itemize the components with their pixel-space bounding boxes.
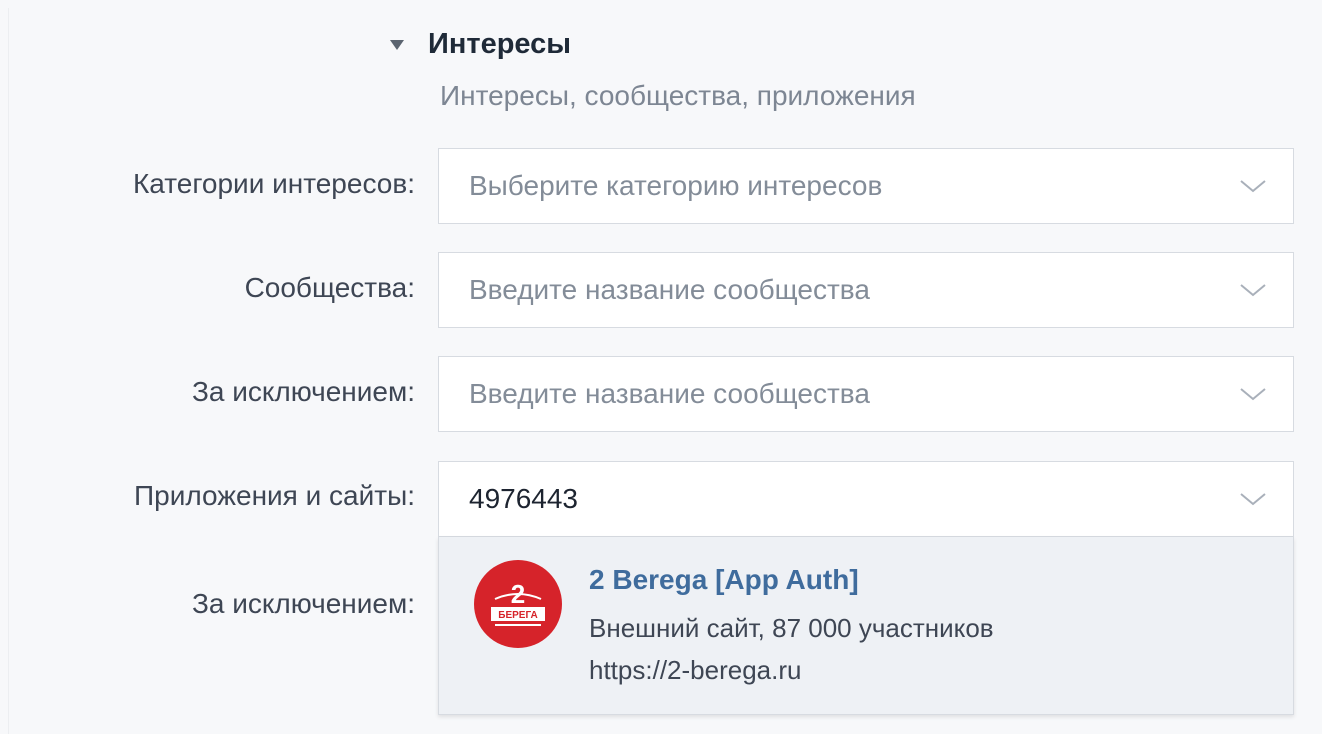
- 2-berega-logo-icon[interactable]: 2 БЕРЕГА: [473, 559, 563, 649]
- chevron-down-icon[interactable]: [1237, 176, 1269, 196]
- apps-suggestion-dropdown: 2 БЕРЕГА 2 Berega [App Auth] Внешний сай…: [438, 537, 1294, 715]
- svg-text:БЕРЕГА: БЕРЕГА: [498, 610, 537, 621]
- apps-sites-value[interactable]: 4976443: [469, 483, 1237, 515]
- apps-sites-label: Приложения и сайты:: [134, 480, 415, 511]
- interests-section-header[interactable]: Интересы: [390, 24, 571, 64]
- apps-exclude-label: За исключением:: [191, 588, 415, 619]
- section-subtitle: Интересы, сообщества, приложения: [440, 80, 916, 111]
- chevron-down-icon[interactable]: [1237, 384, 1269, 404]
- communities-placeholder: Введите название сообщества: [469, 274, 870, 305]
- communities-input[interactable]: Введите название сообщества: [438, 252, 1294, 328]
- communities-exclude-label: За исключением:: [191, 376, 415, 407]
- chevron-down-icon[interactable]: [1237, 489, 1269, 509]
- interest-categories-select[interactable]: Выберите категорию интересов: [438, 148, 1294, 224]
- interest-categories-placeholder: Выберите категорию интересов: [469, 170, 883, 201]
- apps-sites-input[interactable]: 4976443: [438, 461, 1294, 537]
- chevron-down-icon[interactable]: [1237, 280, 1269, 300]
- interest-categories-label: Категории интересов:: [132, 168, 415, 199]
- svg-text:2: 2: [511, 579, 525, 609]
- suggestion-url: https://2-berega.ru: [589, 655, 802, 685]
- communities-exclude-input[interactable]: Введите название сообщества: [438, 356, 1294, 432]
- communities-exclude-placeholder: Введите название сообщества: [469, 378, 870, 409]
- collapse-triangle-icon[interactable]: [390, 40, 404, 50]
- section-title: Интересы: [428, 27, 572, 60]
- suggestion-description: Внешний сайт, 87 000 участников: [589, 613, 994, 643]
- suggestion-title[interactable]: 2 Berega [App Auth]: [589, 564, 859, 596]
- communities-label: Сообщества:: [244, 272, 415, 303]
